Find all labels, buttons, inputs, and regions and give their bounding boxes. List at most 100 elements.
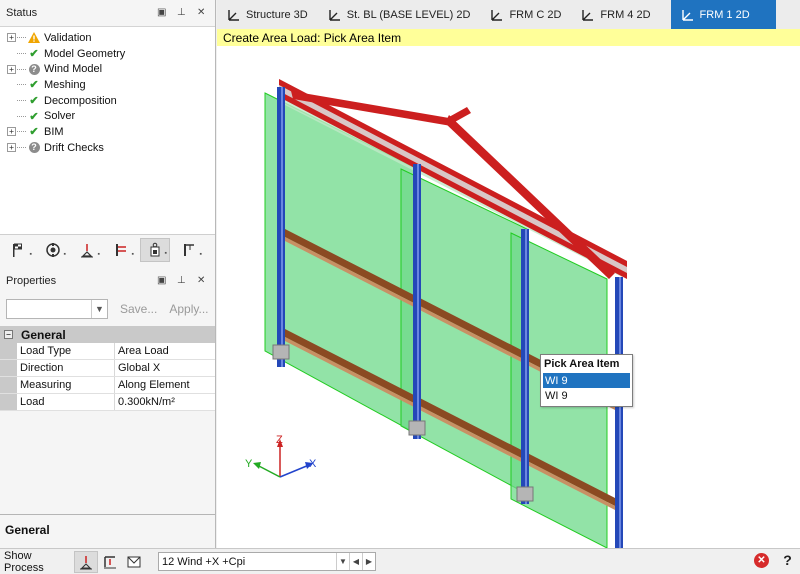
property-grid-empty-area: [0, 411, 215, 514]
property-value[interactable]: Along Element: [115, 377, 215, 393]
property-category-label: General: [21, 327, 66, 342]
pick-item[interactable]: WI 9: [543, 373, 630, 388]
status-toolbar: ▪ ▪ ▪ ▪ ▪ ▪: [0, 234, 215, 264]
tab-label: FRM C 2D: [509, 8, 562, 21]
support-icon[interactable]: ▪: [72, 238, 102, 262]
preset-select[interactable]: ▼: [6, 299, 108, 319]
left-panel: Status ▣ ⊥ ✕ + Validation ✔ Model Geomet…: [0, 0, 216, 548]
property-row[interactable]: Direction Global X: [0, 360, 215, 377]
chevron-right-icon[interactable]: ▶: [362, 553, 375, 570]
pick-area-item-popup: Pick Area Item WI 9 WI 9: [540, 354, 633, 407]
apply-button[interactable]: Apply...: [169, 302, 208, 316]
tree-item-label: Solver: [44, 110, 76, 123]
property-value[interactable]: 0.300kN/m²: [115, 394, 215, 410]
tab-frm-4-2d[interactable]: FRM 4 2D: [571, 0, 670, 29]
load-frame-icon[interactable]: [98, 551, 122, 573]
chevron-down-icon[interactable]: ▼: [91, 300, 107, 318]
tree-item-label: Decomposition: [44, 94, 117, 107]
view-tab-bar: Structure 3D St. BL (BASE LEVEL) 2D FRM …: [217, 0, 800, 29]
base-plate: [408, 420, 426, 436]
help-button[interactable]: ?: [780, 553, 795, 568]
properties-toolbar: ▼ Save... Apply...: [0, 296, 215, 322]
tree-item-decomposition[interactable]: ✔ Decomposition: [0, 93, 215, 109]
expand-icon[interactable]: +: [7, 143, 16, 153]
weight-icon[interactable]: ▪: [140, 237, 170, 262]
load-case-value: 12 Wind +X +Cpi: [162, 555, 246, 568]
tab-label: St. BL (BASE LEVEL) 2D: [346, 8, 471, 21]
tree-item-drift-checks[interactable]: + ? Drift Checks: [0, 140, 215, 156]
cancel-process-button[interactable]: ✕: [754, 553, 769, 568]
tab-frm-c-2d[interactable]: FRM C 2D: [480, 0, 571, 29]
globe-gear-icon[interactable]: ▪: [38, 238, 68, 262]
pin-icon[interactable]: ⊥: [177, 7, 186, 18]
tree-item-validation[interactable]: + Validation: [0, 30, 215, 46]
axis-y-label: Y: [245, 458, 253, 470]
tree-item-model-geometry[interactable]: ✔ Model Geometry: [0, 46, 215, 62]
property-value[interactable]: Area Load: [115, 343, 215, 359]
axis-view-icon: [490, 8, 504, 22]
tree-item-label: Wind Model: [44, 63, 103, 76]
property-row[interactable]: Load Type Area Load: [0, 343, 215, 360]
tab-structure-3d[interactable]: Structure 3D: [217, 0, 318, 29]
envelope-icon[interactable]: [122, 551, 146, 573]
check-icon: ✔: [29, 126, 39, 139]
axis-x-label: X: [309, 458, 317, 470]
panel-menu-icon[interactable]: ▣: [157, 275, 166, 286]
tree-item-solver[interactable]: ✔ Solver: [0, 108, 215, 124]
warning-icon: [27, 31, 41, 45]
properties-panel-header: Properties ▣ ⊥ ✕: [0, 268, 215, 294]
panel-menu-icon[interactable]: ▣: [157, 7, 166, 18]
question-icon: ?: [27, 141, 41, 155]
close-icon[interactable]: ✕: [197, 7, 205, 18]
base-plate: [516, 486, 534, 502]
property-description-title: General: [0, 514, 215, 548]
axis-view-icon: [581, 8, 595, 22]
tree-item-label: Drift Checks: [44, 141, 104, 154]
load-case-select[interactable]: 12 Wind +X +Cpi ▼ ◀ ▶: [158, 552, 376, 571]
tab-label: FRM 1 2D: [699, 8, 750, 21]
check-icon: ✔: [29, 79, 39, 92]
chevron-left-icon[interactable]: ◀: [349, 553, 362, 570]
popup-title: Pick Area Item: [544, 358, 620, 370]
property-row[interactable]: Measuring Along Element: [0, 377, 215, 394]
pick-item[interactable]: WI 9: [543, 388, 630, 403]
status-tree: + Validation ✔ Model Geometry + ? Wind M…: [0, 26, 215, 234]
status-panel-title: Status: [6, 7, 38, 19]
tree-item-bim[interactable]: + ✔ BIM: [0, 124, 215, 140]
tree-item-label: Meshing: [44, 78, 86, 91]
command-prompt: Create Area Load: Pick Area Item: [217, 29, 800, 46]
axis-view-icon: [681, 8, 695, 22]
axis-triad-icon: Z Y X: [245, 434, 317, 478]
pin-icon[interactable]: ⊥: [177, 275, 186, 286]
collapse-icon[interactable]: −: [4, 330, 13, 339]
property-key: Direction: [17, 360, 115, 376]
axis-z-label: Z: [276, 434, 283, 446]
property-key: Load Type: [17, 343, 115, 359]
property-grid: − General Load Type Area Load Direction …: [0, 326, 215, 411]
tree-item-wind-model[interactable]: + ? Wind Model: [0, 61, 215, 77]
tab-label: Structure 3D: [246, 8, 308, 21]
show-process-label: Show Process: [4, 549, 44, 574]
chevron-down-icon[interactable]: ▼: [336, 553, 349, 570]
structural-model[interactable]: Z Y X: [217, 29, 800, 548]
close-icon[interactable]: ✕: [197, 275, 205, 286]
tab-st-bl-2d[interactable]: St. BL (BASE LEVEL) 2D: [318, 0, 481, 29]
tab-frm-1-2d[interactable]: FRM 1 2D: [670, 0, 776, 29]
tree-item-meshing[interactable]: ✔ Meshing: [0, 77, 215, 93]
property-row[interactable]: Load 0.300kN/m²: [0, 394, 215, 411]
tree-item-label: BIM: [44, 125, 64, 138]
column-icon[interactable]: ▪: [174, 238, 204, 262]
load-support-icon[interactable]: [74, 550, 98, 573]
bracing-stub: [449, 107, 471, 123]
expand-icon[interactable]: +: [7, 64, 16, 74]
frame-icon[interactable]: ▪: [106, 238, 136, 262]
model-viewport[interactable]: Z Y X Create Area Load: Pick Area Item P…: [217, 29, 800, 548]
flags-icon[interactable]: ▪: [4, 238, 34, 262]
property-category[interactable]: − General: [0, 326, 215, 343]
property-value[interactable]: Global X: [115, 360, 215, 376]
save-button[interactable]: Save...: [120, 302, 157, 316]
expand-icon[interactable]: +: [7, 127, 16, 137]
axis-view-icon: [227, 8, 241, 22]
expand-icon[interactable]: +: [7, 33, 16, 43]
tree-item-label: Model Geometry: [44, 47, 126, 60]
